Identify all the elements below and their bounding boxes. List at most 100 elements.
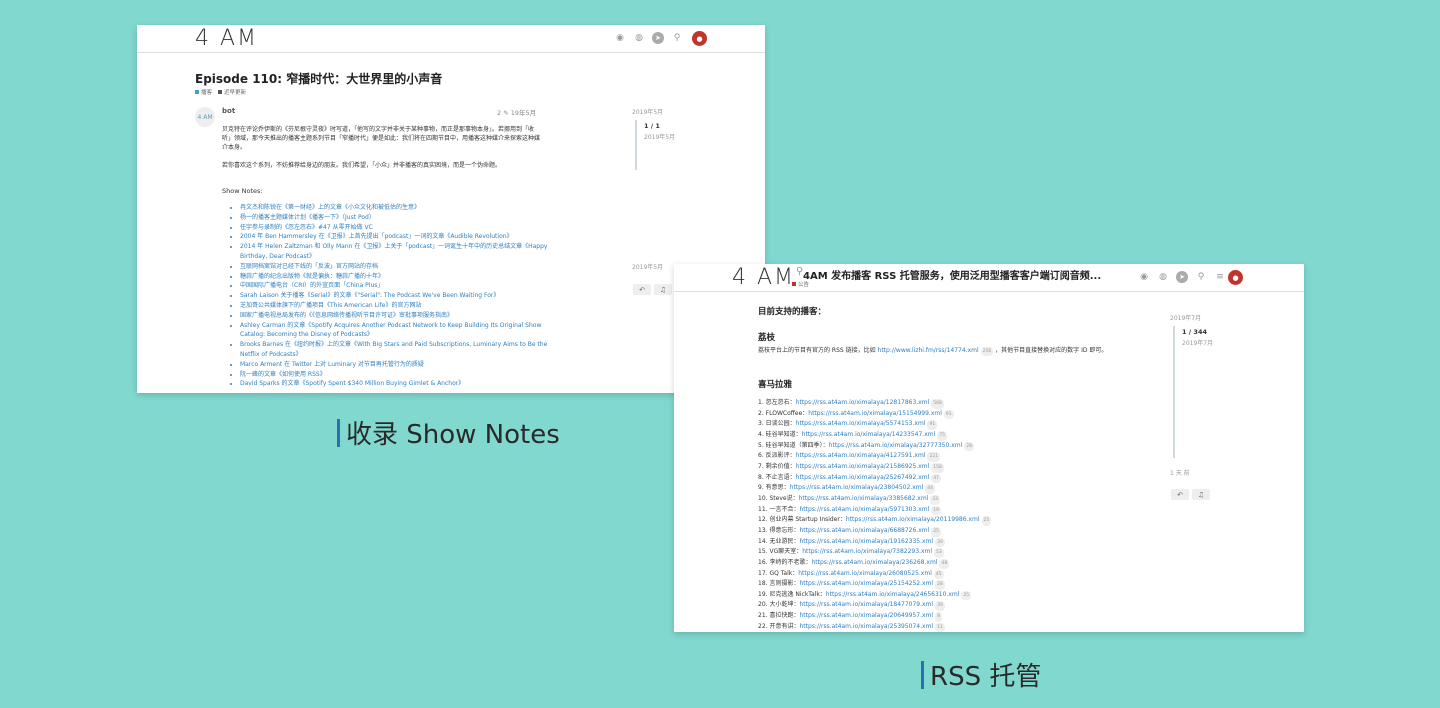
rss-link[interactable]: https://rss.at4am.io/ximalaya/6688726.xm… bbox=[799, 527, 929, 534]
show-note-link[interactable]: 杨一的播客主题媒体计划《播客一下》（Just Pod） bbox=[240, 213, 560, 223]
site-logo[interactable]: 4 AM bbox=[195, 26, 258, 51]
rss-link[interactable]: https://rss.at4am.io/ximalaya/25395074.x… bbox=[799, 623, 933, 630]
rss-list-item: 2. FLOWCoffee：https://rss.at4am.io/ximal… bbox=[758, 409, 1178, 420]
rss-link[interactable]: https://rss.at4am.io/ximalaya/25154252.x… bbox=[799, 580, 933, 587]
rss-link[interactable]: https://rss.at4am.io/ximalaya/14233547.x… bbox=[802, 431, 936, 438]
rss-list-item: 17. GQ Talk：https://rss.at4am.io/ximalay… bbox=[758, 569, 1178, 580]
rss-link[interactable]: https://rss.at4am.io/ximalaya/19162335.x… bbox=[799, 538, 933, 545]
show-note-link[interactable]: Brooks Barnes 在《纽约时报》上的文章《With Big Stars… bbox=[240, 340, 560, 360]
show-note-link[interactable]: 任宇参与录制的《忽左忽右》#47 从零开始做 VC bbox=[240, 223, 560, 233]
timeline-end-date[interactable]: 2019年5月 bbox=[632, 262, 663, 271]
notification-button[interactable]: ♫ bbox=[654, 284, 672, 295]
podcast-name: 硅谷早知道： bbox=[765, 430, 802, 438]
show-note-link[interactable]: Marco Arment 在 Twitter 上对 Luminary 对节目再托… bbox=[240, 360, 560, 370]
telegram-icon[interactable]: ➤ bbox=[1176, 271, 1188, 283]
item-number: 7. bbox=[758, 462, 764, 470]
rss-list-item: 13. 得意忘形：https://rss.at4am.io/ximalaya/6… bbox=[758, 526, 1178, 537]
item-number: 11. bbox=[758, 505, 768, 513]
search-icon[interactable]: ⚲ bbox=[671, 32, 683, 44]
item-number: 5. bbox=[758, 441, 764, 449]
show-notes-label: Show Notes: bbox=[222, 187, 263, 195]
topic-title[interactable]: 4AM 发布播客 RSS 托管服务，使用泛用型播客客户端订阅音频... bbox=[803, 267, 1101, 282]
click-count: 44 bbox=[925, 484, 936, 494]
lizhi-rss-link[interactable]: http://www.lizhi.fm/rss/14774.xml bbox=[878, 347, 979, 354]
topic-category: 公告 bbox=[792, 280, 809, 288]
item-number: 9. bbox=[758, 484, 764, 492]
rss-link[interactable]: https://rss.at4am.io/ximalaya/21586925.x… bbox=[796, 463, 930, 470]
podcast-name: 得意忘形： bbox=[769, 526, 800, 534]
rss-link[interactable]: https://rss.at4am.io/ximalaya/15154999.x… bbox=[808, 410, 942, 417]
show-note-link[interactable]: David Sparks 的文章《Spotify Spent $340 Mill… bbox=[240, 379, 560, 389]
user-avatar[interactable]: ● bbox=[692, 31, 707, 46]
rss-link[interactable]: https://rss.at4am.io/ximalaya/23804502.x… bbox=[790, 484, 924, 491]
post-username[interactable]: bot bbox=[222, 107, 235, 115]
rss-link[interactable]: https://rss.at4am.io/ximalaya/24656310.x… bbox=[826, 591, 960, 598]
rss-link[interactable]: https://rss.at4am.io/ximalaya/26080525.x… bbox=[798, 570, 932, 577]
show-note-link[interactable]: 芝加哥公共媒体旗下的广播项目《This American Life》的官方网站 bbox=[240, 301, 560, 311]
rss-link[interactable]: https://rss.at4am.io/ximalaya/18477079.x… bbox=[799, 601, 933, 608]
show-note-link[interactable]: 糖蒜广播的纪念出版物《就是偏执：糖蒜广播的十年》 bbox=[240, 272, 560, 282]
item-number: 8. bbox=[758, 473, 764, 481]
podcast-name: FLOWCoffee： bbox=[765, 409, 809, 417]
rss-link[interactable]: https://rss.at4am.io/ximalaya/236268.xml bbox=[811, 559, 937, 566]
rss-link[interactable]: https://rss.at4am.io/ximalaya/5971303.xm… bbox=[799, 506, 929, 513]
podcast-name: Steve说： bbox=[769, 494, 799, 502]
rss-list-item: 1. 忽左忽右：https://rss.at4am.io/ximalaya/12… bbox=[758, 398, 1178, 409]
timeline-track[interactable] bbox=[1173, 326, 1175, 458]
item-number: 1. bbox=[758, 399, 764, 406]
notification-button[interactable]: ♫ bbox=[1192, 489, 1210, 500]
wechat-icon[interactable]: ◍ bbox=[633, 32, 645, 44]
rss-link[interactable]: https://rss.at4am.io/ximalaya/3385682.xm… bbox=[799, 495, 929, 502]
category-badge[interactable]: 公告 bbox=[792, 280, 809, 288]
show-note-link[interactable]: Ashley Carman 的文章《Spotify Acquires Anoth… bbox=[240, 321, 560, 341]
show-note-link[interactable]: 互联网档案馆对已经下线的「反波」官方网站的存档 bbox=[240, 262, 560, 272]
reply-button[interactable]: ↶ bbox=[633, 284, 651, 295]
show-note-link[interactable]: 国家广播电视总局发布的《《信息网络传播视听节目许可证》审批事项服务指南》 bbox=[240, 311, 560, 321]
timeline-track[interactable] bbox=[635, 120, 637, 170]
click-count: 28 bbox=[935, 580, 945, 590]
weibo-icon[interactable]: ◉ bbox=[614, 32, 626, 44]
rss-list-item: 10. Steve说：https://rss.at4am.io/ximalaya… bbox=[758, 494, 1178, 505]
telegram-icon[interactable]: ➤ bbox=[652, 32, 664, 44]
show-note-link[interactable]: Sarah Laison 关于播客《Serial》的文章《"Serial": T… bbox=[240, 291, 560, 301]
header-icons: ◉ ◍ ➤ ⚲ ≡ bbox=[614, 32, 702, 44]
search-icon[interactable]: ⚲ bbox=[1195, 271, 1207, 283]
item-number: 14. bbox=[758, 537, 768, 545]
item-number: 12. bbox=[758, 516, 768, 524]
show-note-link[interactable]: 2004 年 Ben Hammersley 在《卫报》上首先提出「podcast… bbox=[240, 232, 560, 242]
bot-avatar[interactable]: 4 AM bbox=[195, 107, 215, 127]
rss-link[interactable]: https://rss.at4am.io/ximalaya/4127591.xm… bbox=[796, 452, 926, 459]
rss-link[interactable]: https://rss.at4am.io/ximalaya/25267492.x… bbox=[796, 474, 930, 481]
timeline-end-date[interactable]: 1 天 前 bbox=[1170, 468, 1190, 477]
rss-link[interactable]: https://rss.at4am.io/ximalaya/7382293.xm… bbox=[802, 548, 932, 555]
rss-link[interactable]: https://rss.at4am.io/ximalaya/20649957.x… bbox=[799, 612, 933, 619]
caption-rss-hosting: RSS 托管 bbox=[921, 656, 1041, 693]
click-count: 221 bbox=[927, 452, 941, 462]
weibo-icon[interactable]: ◉ bbox=[1138, 271, 1150, 283]
post-paragraph: 若你喜欢这个系列，不妨推荐给身边的朋友。我们希望，「小众」并非播客的真实困境，而… bbox=[222, 162, 502, 169]
timeline-start-date[interactable]: 2019年5月 bbox=[632, 107, 663, 116]
timeline-start-date[interactable]: 2019年7月 bbox=[1170, 313, 1201, 322]
reply-button[interactable]: ↶ bbox=[1171, 489, 1189, 500]
show-note-link[interactable]: 阮一峰的文章《如何使用 RSS》 bbox=[240, 370, 560, 380]
podcast-name: 反派影评： bbox=[765, 452, 796, 460]
rss-link[interactable]: https://rss.at4am.io/ximalaya/5574153.xm… bbox=[796, 420, 926, 427]
forum-screenshot-rss-hosting: 4 AM ⚲ 4AM 发布播客 RSS 托管服务，使用泛用型播客客户端订阅音频.… bbox=[674, 264, 1304, 632]
show-note-link[interactable]: 中国国际广播电台（CRI）的外宣页面「China Plus」 bbox=[240, 281, 560, 291]
rss-list-item: 3. 日谈公园：https://rss.at4am.io/ximalaya/55… bbox=[758, 419, 1178, 430]
wechat-icon[interactable]: ◍ bbox=[1157, 271, 1169, 283]
category-badge[interactable]: 近早更新 bbox=[218, 88, 246, 96]
user-avatar[interactable]: ● bbox=[1228, 270, 1243, 285]
item-number: 20. bbox=[758, 601, 768, 609]
category-badge[interactable]: 播客 bbox=[195, 88, 212, 96]
post-categories: 播客 近早更新 bbox=[195, 88, 246, 96]
rss-link[interactable]: https://rss.at4am.io/ximalaya/32777350.x… bbox=[829, 442, 963, 449]
site-logo[interactable]: 4 AM bbox=[732, 265, 795, 290]
show-note-link[interactable]: 冉文杰和陈锐在《第一财经》上的文章《小众文化和被低估的生意》 bbox=[240, 203, 560, 213]
show-note-link[interactable]: 2014 年 Helen Zaltzman 和 Olly Mann 在《卫报》上… bbox=[240, 242, 560, 262]
click-count: 53 bbox=[934, 548, 944, 558]
rss-link[interactable]: https://rss.at4am.io/ximalaya/20119986.x… bbox=[846, 516, 980, 523]
timeline-position: 1 / 1 bbox=[644, 122, 660, 130]
menu-icon[interactable]: ≡ bbox=[1214, 271, 1226, 283]
rss-link[interactable]: https://rss.at4am.io/ximalaya/12817863.x… bbox=[796, 399, 930, 406]
